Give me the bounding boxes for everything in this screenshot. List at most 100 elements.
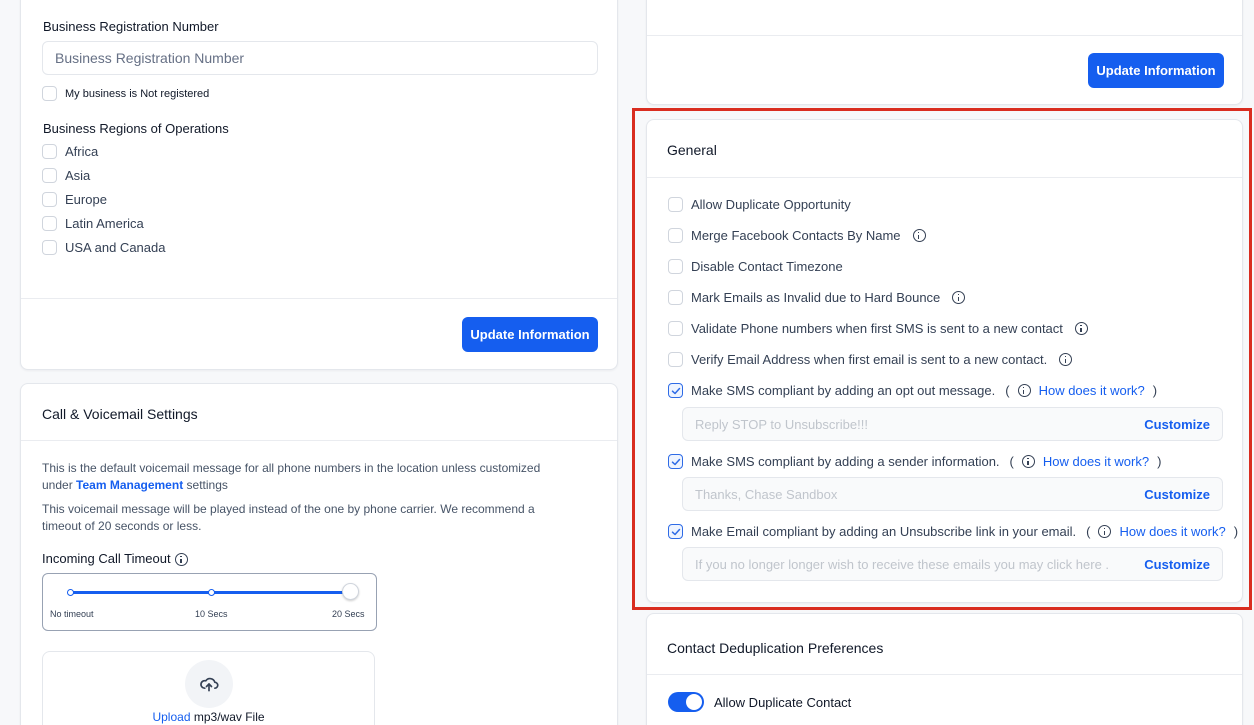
option-checkbox[interactable]	[668, 197, 683, 212]
option-checkbox[interactable]	[668, 290, 683, 305]
business-info-card: Business Registration Number Business Re…	[20, 0, 618, 370]
option-label: Make SMS compliant by adding an opt out …	[691, 383, 996, 398]
business-reg-input[interactable]: Business Registration Number	[42, 41, 598, 75]
general-title: General	[667, 142, 717, 158]
desc-text: under	[42, 478, 73, 492]
general-settings-card: General Allow Duplicate Opportunity Merg…	[646, 119, 1243, 603]
customize-button[interactable]: Customize	[1144, 487, 1210, 502]
option-verify-email[interactable]: Verify Email Address when first email is…	[668, 352, 1073, 367]
option-label: Verify Email Address when first email is…	[691, 352, 1048, 367]
region-latin-america[interactable]: Latin America	[42, 216, 144, 231]
info-icon	[174, 553, 188, 567]
option-sms-optout[interactable]: Make SMS compliant by adding an opt out …	[668, 383, 1157, 398]
region-asia-box[interactable]	[42, 168, 57, 183]
region-label: Asia	[65, 168, 91, 183]
option-hard-bounce[interactable]: Mark Emails as Invalid due to Hard Bounc…	[668, 290, 966, 305]
slider-handle[interactable]	[342, 583, 359, 600]
option-label: Disable Contact Timezone	[691, 259, 843, 274]
sms-optout-placeholder: Reply STOP to Unsubscribe!!!	[695, 416, 868, 432]
call-voicemail-card: Call & Voicemail Settings This is the de…	[20, 383, 618, 725]
region-usa-canada-box[interactable]	[42, 240, 57, 255]
region-africa[interactable]: Africa	[42, 144, 98, 159]
divider	[21, 298, 617, 299]
business-reg-placeholder: Business Registration Number	[55, 50, 245, 66]
how-does-it-work-link[interactable]: How does it work?	[1039, 383, 1145, 398]
info-icon[interactable]	[1059, 353, 1073, 366]
slider-label-10: 10 Secs	[195, 609, 228, 619]
contact-dedupe-card: Contact Deduplication Preferences Allow …	[646, 613, 1243, 725]
info-icon[interactable]	[1017, 384, 1031, 397]
how-does-it-work-link[interactable]: How does it work?	[1043, 454, 1149, 469]
divider	[647, 674, 1242, 675]
region-usa-canada[interactable]: USA and Canada	[42, 240, 165, 255]
customize-button[interactable]: Customize	[1144, 417, 1210, 432]
voicemail-description-2: This voicemail message will be played in…	[42, 501, 602, 535]
region-africa-box[interactable]	[42, 144, 57, 159]
option-merge-facebook[interactable]: Merge Facebook Contacts By Name	[668, 228, 926, 243]
paren-close: )	[1157, 454, 1162, 469]
divider	[647, 177, 1242, 178]
option-checkbox[interactable]	[668, 321, 683, 336]
timeout-label-text: Incoming Call Timeout	[42, 551, 171, 566]
option-email-unsubscribe[interactable]: Make Email compliant by adding an Unsubs…	[668, 524, 1238, 539]
option-checkbox[interactable]	[668, 352, 683, 367]
option-validate-phone[interactable]: Validate Phone numbers when first SMS is…	[668, 321, 1088, 336]
check-icon	[671, 528, 681, 536]
upload-format-text: mp3/wav File	[193, 710, 265, 724]
option-label: Mark Emails as Invalid due to Hard Bounc…	[691, 290, 941, 305]
upload-link[interactable]: Upload	[152, 710, 190, 724]
customize-button[interactable]: Customize	[1138, 556, 1210, 572]
call-voicemail-title: Call & Voicemail Settings	[42, 406, 198, 422]
toggle-switch[interactable]	[668, 692, 704, 712]
upload-dropzone[interactable]: Upload mp3/wav File	[42, 651, 375, 725]
upload-icon-circle	[185, 660, 233, 708]
team-management-link[interactable]: Team Management	[76, 478, 183, 492]
option-label: Allow Duplicate Opportunity	[691, 197, 851, 212]
option-label: Validate Phone numbers when first SMS is…	[691, 321, 1063, 336]
option-label: Merge Facebook Contacts By Name	[691, 228, 901, 243]
option-sms-sender[interactable]: Make SMS compliant by adding a sender in…	[668, 454, 1161, 469]
region-label: USA and Canada	[65, 240, 166, 255]
region-asia[interactable]: Asia	[42, 168, 90, 183]
option-checkbox-checked[interactable]	[668, 524, 683, 539]
option-label: Make Email compliant by adding an Unsubs…	[691, 524, 1077, 539]
option-checkbox[interactable]	[668, 228, 683, 243]
region-europe-box[interactable]	[42, 192, 57, 207]
paren-open: (	[1086, 524, 1091, 539]
option-checkbox[interactable]	[668, 259, 683, 274]
not-registered-checkbox[interactable]: My business is Not registered	[42, 86, 209, 101]
option-checkbox-checked[interactable]	[668, 454, 683, 469]
info-icon[interactable]	[952, 291, 966, 304]
how-does-it-work-link[interactable]: How does it work?	[1119, 524, 1225, 539]
paren-open: (	[1009, 454, 1014, 469]
option-allow-duplicate-opportunity[interactable]: Allow Duplicate Opportunity	[668, 197, 851, 212]
sms-sender-input[interactable]: Thanks, Chase Sandbox Customize	[682, 477, 1223, 511]
slider-stop-0	[67, 589, 74, 596]
info-icon[interactable]	[1098, 525, 1112, 538]
not-registered-label: My business is Not registered	[65, 87, 210, 100]
update-information-button[interactable]: Update Information	[1088, 53, 1224, 88]
check-icon	[671, 387, 681, 395]
check-icon	[671, 458, 681, 466]
region-latin-america-box[interactable]	[42, 216, 57, 231]
timeout-slider-box: No timeout 10 Secs 20 Secs	[42, 573, 377, 631]
allow-duplicate-contact-toggle-row[interactable]: Allow Duplicate Contact	[668, 692, 851, 712]
sms-sender-placeholder: Thanks, Chase Sandbox	[695, 486, 838, 502]
divider	[21, 440, 617, 441]
option-disable-timezone[interactable]: Disable Contact Timezone	[668, 259, 843, 274]
toggle-label: Allow Duplicate Contact	[714, 694, 852, 710]
info-icon[interactable]	[912, 229, 926, 242]
region-europe[interactable]: Europe	[42, 192, 107, 207]
option-checkbox-checked[interactable]	[668, 383, 683, 398]
info-icon[interactable]	[1074, 322, 1088, 335]
slider-label-no-timeout: No timeout	[50, 609, 94, 619]
update-information-button[interactable]: Update Information	[462, 317, 598, 352]
voicemail-description-1: This is the default voicemail message fo…	[42, 460, 602, 494]
slider-label-20: 20 Secs	[332, 609, 365, 619]
regions-label: Business Regions of Operations	[43, 121, 229, 136]
region-label: Africa	[65, 144, 99, 159]
sms-optout-input[interactable]: Reply STOP to Unsubscribe!!! Customize	[682, 407, 1223, 441]
email-unsubscribe-input[interactable]: If you no longer longer wish to receive …	[682, 547, 1223, 581]
not-registered-box[interactable]	[42, 86, 57, 101]
info-icon[interactable]	[1021, 455, 1035, 468]
